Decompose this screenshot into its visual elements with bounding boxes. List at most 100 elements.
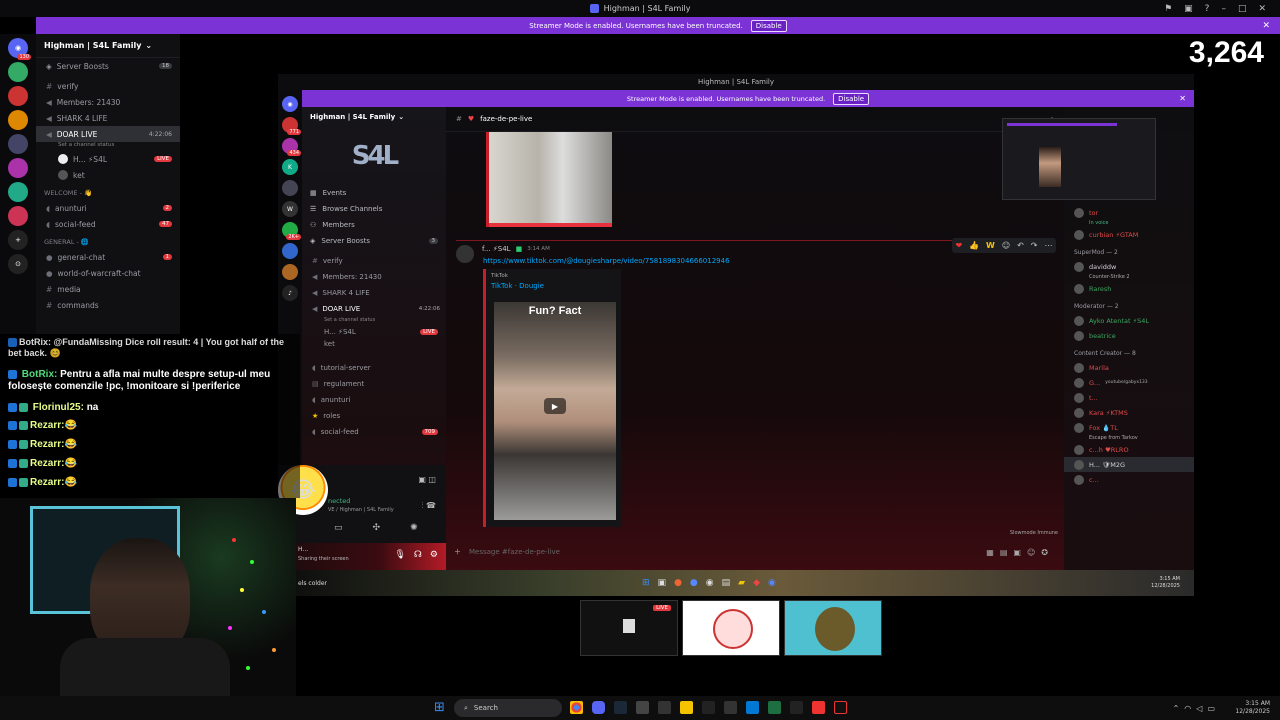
member-item[interactable]: Raresh [1064, 281, 1194, 296]
tiktok-video[interactable]: Fun? Fact ▶ [494, 302, 616, 520]
scene-thumbnail-stream[interactable]: LIVE [580, 600, 678, 656]
sticker-icon[interactable]: ▣ [1013, 548, 1027, 557]
guild-icon[interactable] [8, 86, 28, 106]
activity-icon[interactable]: ✣ [373, 523, 381, 533]
voice-user[interactable]: ket [302, 338, 446, 350]
tiktok-link[interactable]: https://www.tiktok.com/@dougiesharpe/vid… [483, 257, 730, 265]
member-item[interactable]: Kara ⚡KTMS [1064, 405, 1194, 420]
channel-verify[interactable]: # verify [302, 253, 446, 269]
guild-icon[interactable] [282, 180, 298, 196]
wifi-icon[interactable]: ◠ [1184, 704, 1196, 713]
gift-icon[interactable]: ▦ [986, 548, 1000, 557]
inbox-icon[interactable]: ⚑ [1164, 4, 1172, 14]
guild-icon[interactable] [282, 264, 298, 280]
battery-icon[interactable]: ▭ [1207, 704, 1220, 713]
channel-commands[interactable]: # commands [36, 297, 180, 313]
outer-server-header[interactable]: Highman | S4L Family ⌄ [36, 34, 180, 58]
discover-icon[interactable]: ⊙ [8, 254, 28, 274]
windows-start-icon[interactable]: ⊞ [434, 701, 447, 714]
scene-thumbnail-character[interactable] [784, 600, 882, 656]
guild-icon[interactable]: 771 [282, 117, 301, 135]
chevron-up-icon[interactable]: ⌃ [1173, 704, 1185, 713]
channel-social-feed[interactable]: ◖ social-feed 709 [302, 424, 446, 440]
guild-home-icon[interactable]: ◉ [282, 96, 298, 112]
voice-user[interactable]: H... ⚡S4L LIVE [302, 326, 446, 338]
voice-channel-doar-live[interactable]: ◀ DOAR LIVE 4:22:06 [36, 126, 180, 142]
channel-media[interactable]: # media [36, 281, 180, 297]
app-icon[interactable] [790, 701, 803, 714]
channel-roles[interactable]: ★ roles [302, 408, 446, 424]
discord-icon[interactable]: ◉ [768, 578, 776, 588]
thumbs-up-reaction[interactable]: 👍 [969, 241, 979, 250]
screen-share-icon[interactable]: ▣ ◫ [418, 475, 436, 484]
channel-tutorial-server[interactable]: ◖ tutorial-server [302, 360, 446, 376]
voice-user[interactable]: H... ⚡S4L LIVE [36, 151, 180, 167]
member-item[interactable]: H... 🛡M2G [1064, 457, 1194, 472]
steam-icon[interactable] [614, 701, 627, 714]
maximize-icon[interactable]: □ [1238, 4, 1247, 14]
guild-icon[interactable]: W [282, 201, 298, 217]
gif-icon[interactable]: ▤ [1000, 548, 1014, 557]
app-icon[interactable]: ✪ [1041, 548, 1054, 557]
app-icon[interactable]: ● [690, 578, 698, 588]
add-reaction-icon[interactable]: ☺ [1002, 241, 1010, 250]
member-item[interactable]: t... [1064, 390, 1194, 405]
nav-browse-channels[interactable]: ☰ Browse Channels [302, 201, 446, 217]
channel-anunturi[interactable]: ◖ anunturi 2 [36, 200, 180, 216]
headphones-icon[interactable]: ☊ [414, 550, 422, 560]
help-icon[interactable]: ? [1205, 4, 1210, 14]
taskbar-search[interactable]: ⌕ Search [454, 699, 562, 717]
member-item[interactable]: beatrice [1064, 328, 1194, 343]
nav-events[interactable]: ▦ Events [302, 185, 446, 201]
banner-close-icon[interactable]: ✕ [1179, 94, 1186, 103]
scene-thumbnail-mascot[interactable] [682, 600, 780, 656]
member-item[interactable]: Marila [1064, 360, 1194, 375]
guild-icon[interactable] [8, 62, 28, 82]
reply-icon[interactable]: ↶ [1017, 241, 1024, 250]
channel-general-chat[interactable]: ● general-chat 1 [36, 249, 180, 265]
nav-server-boosts[interactable]: ◈ Server Boosts 3 [302, 233, 446, 249]
discord-icon[interactable] [592, 701, 605, 714]
app-icon[interactable] [724, 701, 737, 714]
guild-icon[interactable] [8, 158, 28, 178]
disable-button[interactable]: Disable [833, 92, 870, 105]
volume-icon[interactable]: ◁ [1196, 704, 1207, 713]
channel-verify[interactable]: # verify [36, 78, 180, 94]
channel-members[interactable]: ◀ Members: 21430 [302, 269, 446, 285]
channel-anunturi[interactable]: ◖ anunturi [302, 392, 446, 408]
taskbar-clock[interactable]: 3:15 AM 12/28/2025 [1235, 700, 1270, 716]
banner-close-icon[interactable]: ✕ [1262, 21, 1270, 31]
guild-icon[interactable] [8, 134, 28, 154]
channel-shark[interactable]: ◀ SHARK 4 LIFE [302, 285, 446, 301]
previous-video-embed[interactable] [486, 132, 612, 227]
forward-icon[interactable]: ↷ [1031, 241, 1038, 250]
guild-icon[interactable] [282, 243, 298, 259]
add-server-icon[interactable]: + [8, 230, 28, 250]
disable-button[interactable]: Disable [750, 19, 787, 32]
folder-icon[interactable]: ▰ [738, 578, 745, 588]
disconnect-icon[interactable]: ⫶ ☎ [421, 501, 436, 511]
member-item[interactable]: G... youtube/gabyx133 [1064, 375, 1194, 390]
member-item[interactable]: curbian ⚡GTAM [1064, 227, 1194, 242]
excel-icon[interactable] [768, 701, 781, 714]
voice-channel-doar-live[interactable]: ◀ DOAR LIVE 4:22:06 [302, 301, 446, 317]
brave-icon[interactable] [812, 701, 825, 714]
member-item[interactable]: Ayko Atentat ⚡S4L [1064, 313, 1194, 328]
folder-icon[interactable] [680, 701, 693, 714]
channel-members[interactable]: ◀ Members: 21430 [36, 94, 180, 110]
voice-status[interactable]: Set a channel status [302, 317, 446, 326]
member-item[interactable]: c... [1064, 472, 1194, 487]
author-avatar[interactable] [456, 245, 474, 263]
member-item[interactable]: tor [1064, 205, 1194, 220]
app-icon[interactable] [658, 701, 671, 714]
author-name[interactable]: f... ⚡S4L [482, 245, 511, 253]
app-icon[interactable]: ● [674, 578, 682, 588]
guild-icon[interactable]: 434 [282, 138, 301, 156]
play-icon[interactable]: ▶ [544, 398, 566, 414]
server-boosts-item[interactable]: ◈ Server Boosts 18 [36, 58, 180, 74]
app-icon[interactable] [636, 701, 649, 714]
app-icon[interactable]: ▣ [658, 578, 667, 588]
guild-icon[interactable] [8, 206, 28, 226]
screen-share-preview[interactable] [1002, 118, 1156, 200]
guild-icon[interactable]: ♪ [282, 285, 298, 301]
